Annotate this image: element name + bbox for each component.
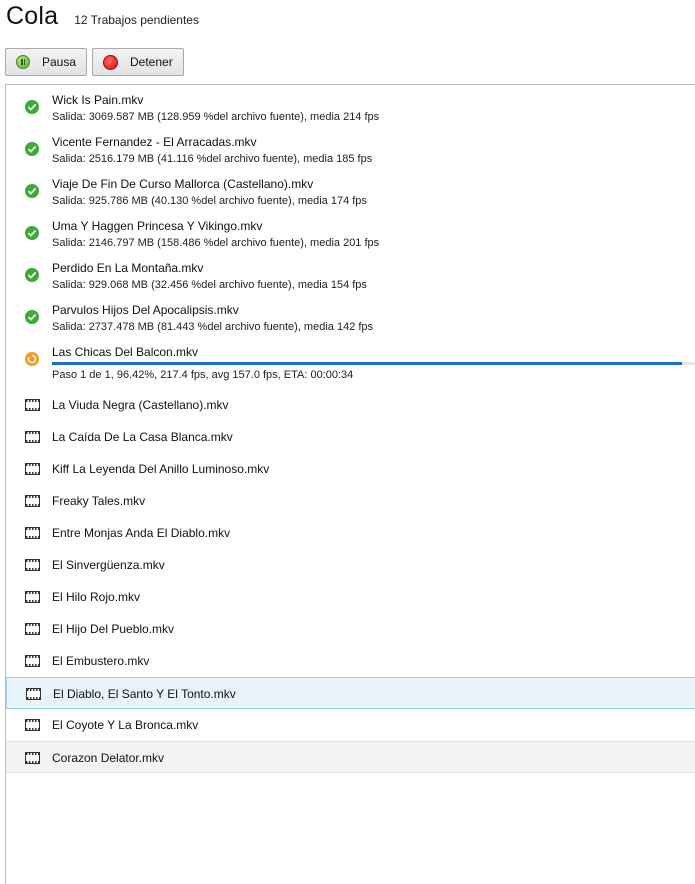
film-icon — [25, 527, 40, 539]
queue-item-completed[interactable]: Vicente Fernandez - El Arracadas.mkv Sal… — [6, 129, 695, 171]
job-progress-detail: Paso 1 de 1, 96.42%, 217.4 fps, avg 157.… — [52, 369, 354, 381]
stop-icon — [103, 54, 118, 70]
encoding-icon — [25, 352, 39, 366]
toolbar: Pausa Detener — [5, 48, 184, 76]
check-icon — [25, 100, 39, 114]
film-icon — [25, 591, 40, 603]
stop-button-label: Detener — [130, 55, 173, 69]
pause-icon — [16, 55, 30, 69]
queue-item-completed[interactable]: Wick Is Pain.mkv Salida: 3069.587 MB (12… — [6, 87, 695, 129]
queue-item-pending[interactable]: El Embustero.mkv — [6, 645, 695, 677]
queue-item-completed[interactable]: Parvulos Hijos Del Apocalipsis.mkv Salid… — [6, 297, 695, 339]
job-name: Las Chicas Del Balcon.mkv — [52, 345, 199, 359]
check-icon — [25, 184, 39, 198]
job-detail: Salida: 925.786 MB (40.130 %del archivo … — [52, 195, 367, 207]
queue-item-pending[interactable]: Corazon Delator.mkv — [6, 741, 695, 773]
job-detail: Salida: 2146.797 MB (158.486 %del archiv… — [52, 237, 380, 249]
film-icon — [25, 559, 40, 571]
queue-item-pending[interactable]: El Hijo Del Pueblo.mkv — [6, 613, 695, 645]
film-icon — [25, 495, 40, 507]
film-icon — [25, 431, 40, 443]
queue-item-pending[interactable]: La Caída De La Casa Blanca.mkv — [6, 421, 695, 453]
job-name: Freaky Tales.mkv — [52, 494, 146, 508]
job-name: El Coyote Y La Bronca.mkv — [52, 718, 199, 732]
film-icon — [25, 655, 40, 667]
queue-item-pending[interactable]: La Viuda Negra (Castellano).mkv — [6, 389, 695, 421]
check-icon — [25, 226, 39, 240]
job-name: Perdido En La Montaña.mkv — [52, 261, 204, 275]
job-detail: Salida: 3069.587 MB (128.959 %del archiv… — [52, 111, 380, 123]
pending-count: 12 Trabajos pendientes — [74, 13, 199, 27]
job-name: Vicente Fernandez - El Arracadas.mkv — [52, 135, 257, 149]
job-name: El Diablo, El Santo Y El Tonto.mkv — [53, 687, 236, 701]
film-icon — [25, 399, 40, 411]
stop-button[interactable]: Detener — [92, 48, 184, 76]
job-name: Uma Y Haggen Princesa Y Vikingo.mkv — [52, 219, 263, 233]
job-detail: Salida: 929.068 MB (32.456 %del archivo … — [52, 279, 367, 291]
page-title: Cola — [6, 2, 59, 30]
check-icon — [25, 142, 39, 156]
job-name: La Caída De La Casa Blanca.mkv — [52, 430, 233, 444]
queue-list[interactable]: Wick Is Pain.mkv Salida: 3069.587 MB (12… — [5, 84, 695, 884]
job-progress-bar — [52, 362, 695, 365]
job-detail: Salida: 2737.478 MB (81.443 %del archivo… — [52, 321, 374, 333]
queue-item-pending[interactable]: El Hilo Rojo.mkv — [6, 581, 695, 613]
job-name: Corazon Delator.mkv — [52, 751, 165, 765]
queue-item-pending[interactable]: Entre Monjas Anda El Diablo.mkv — [6, 517, 695, 549]
job-name: La Viuda Negra (Castellano).mkv — [52, 398, 229, 412]
queue-item-pending[interactable]: El Coyote Y La Bronca.mkv — [6, 709, 695, 741]
job-name: Kiff La Leyenda Del Anillo Luminoso.mkv — [52, 462, 270, 476]
queue-item-pending[interactable]: Freaky Tales.mkv — [6, 485, 695, 517]
check-icon — [25, 310, 39, 324]
job-name: El Sinvergüenza.mkv — [52, 558, 165, 572]
header: Cola 12 Trabajos pendientes — [6, 2, 199, 42]
job-name: El Hijo Del Pueblo.mkv — [52, 622, 175, 636]
pause-button-label: Pausa — [42, 55, 77, 69]
queue-item-pending[interactable]: El Diablo, El Santo Y El Tonto.mkv — [6, 677, 695, 709]
queue-item-pending[interactable]: Kiff La Leyenda Del Anillo Luminoso.mkv — [6, 453, 695, 485]
job-name: Entre Monjas Anda El Diablo.mkv — [52, 526, 231, 540]
check-icon — [25, 268, 39, 282]
queue-item-pending[interactable]: El Sinvergüenza.mkv — [6, 549, 695, 581]
job-detail: Salida: 2516.179 MB (41.116 %del archivo… — [52, 153, 373, 165]
job-name: Wick Is Pain.mkv — [52, 93, 144, 107]
film-icon — [25, 719, 40, 731]
film-icon — [26, 688, 41, 700]
job-name: El Hilo Rojo.mkv — [52, 590, 141, 604]
job-name: Parvulos Hijos Del Apocalipsis.mkv — [52, 303, 239, 317]
queue-item-completed[interactable]: Perdido En La Montaña.mkv Salida: 929.06… — [6, 255, 695, 297]
queue-item-completed[interactable]: Uma Y Haggen Princesa Y Vikingo.mkv Sali… — [6, 213, 695, 255]
job-name: Viaje De Fin De Curso Mallorca (Castella… — [52, 177, 314, 191]
film-icon — [25, 752, 40, 764]
queue-item-completed[interactable]: Viaje De Fin De Curso Mallorca (Castella… — [6, 171, 695, 213]
job-name: El Embustero.mkv — [52, 654, 150, 668]
pause-button[interactable]: Pausa — [5, 48, 87, 76]
film-icon — [25, 623, 40, 635]
job-progress-fill — [52, 362, 682, 365]
film-icon — [25, 463, 40, 475]
